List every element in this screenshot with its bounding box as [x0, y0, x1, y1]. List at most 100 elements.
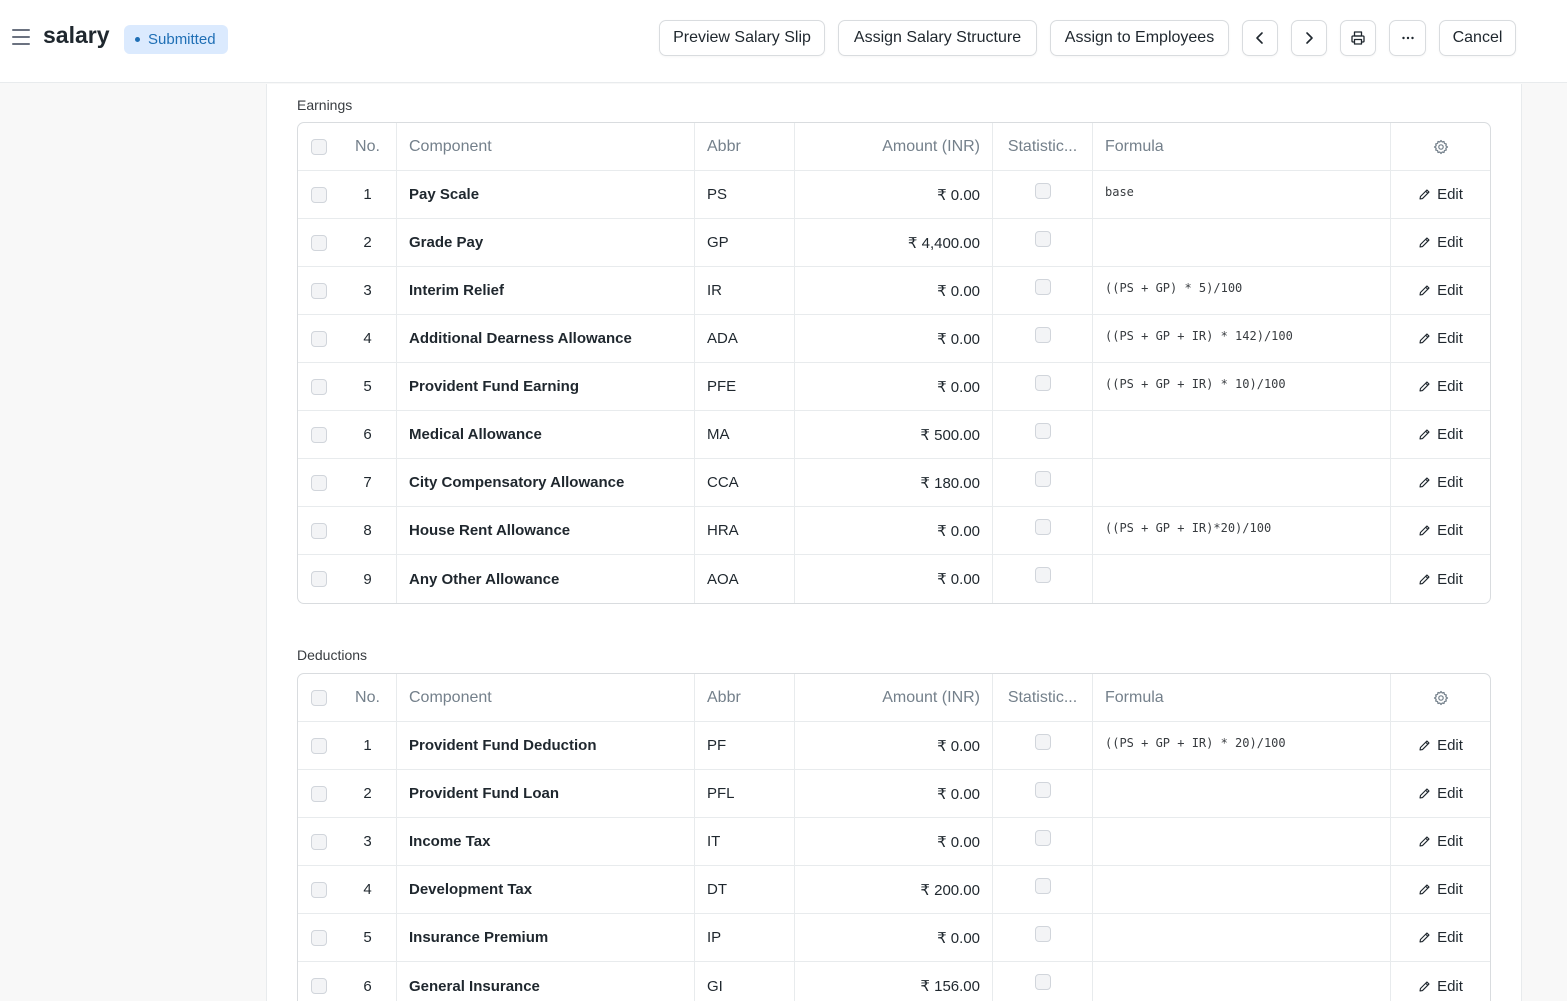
component-name[interactable]: Pay Scale: [397, 171, 695, 218]
next-record-button[interactable]: [1291, 20, 1327, 56]
component-abbr[interactable]: MA: [695, 411, 795, 458]
component-abbr[interactable]: PS: [695, 171, 795, 218]
row-select-checkbox[interactable]: [310, 929, 327, 946]
row-select-checkbox[interactable]: [310, 426, 327, 443]
component-name[interactable]: Interim Relief: [397, 267, 695, 314]
component-formula[interactable]: ((PS + GP + IR) * 10)/100: [1093, 363, 1391, 410]
component-abbr[interactable]: PFE: [695, 363, 795, 410]
component-abbr[interactable]: AOA: [695, 555, 795, 603]
component-amount[interactable]: ₹ 180.00: [795, 459, 993, 506]
select-all-checkbox[interactable]: [310, 138, 327, 155]
component-name[interactable]: Provident Fund Earning: [397, 363, 695, 410]
row-select-checkbox[interactable]: [310, 378, 327, 395]
row-edit-button[interactable]: Edit: [1418, 474, 1463, 491]
row-edit-button[interactable]: Edit: [1418, 929, 1463, 946]
row-edit-button[interactable]: Edit: [1418, 571, 1463, 588]
row-edit-button[interactable]: Edit: [1418, 785, 1463, 802]
component-name[interactable]: Income Tax: [397, 818, 695, 865]
row-edit-button[interactable]: Edit: [1418, 833, 1463, 850]
component-amount[interactable]: ₹ 0.00: [795, 914, 993, 961]
statistical-checkbox[interactable]: [1034, 278, 1051, 295]
component-name[interactable]: Grade Pay: [397, 219, 695, 266]
component-formula[interactable]: ((PS + GP + IR)*20)/100: [1093, 507, 1391, 554]
statistical-checkbox[interactable]: [1034, 470, 1051, 487]
row-select-checkbox[interactable]: [310, 978, 327, 994]
statistical-checkbox[interactable]: [1034, 422, 1051, 439]
component-amount[interactable]: ₹ 0.00: [795, 507, 993, 554]
component-abbr[interactable]: IT: [695, 818, 795, 865]
component-amount[interactable]: ₹ 200.00: [795, 866, 993, 913]
component-amount[interactable]: ₹ 0.00: [795, 818, 993, 865]
component-amount[interactable]: ₹ 0.00: [795, 315, 993, 362]
component-abbr[interactable]: GP: [695, 219, 795, 266]
component-abbr[interactable]: IR: [695, 267, 795, 314]
component-formula[interactable]: [1093, 866, 1391, 913]
row-edit-button[interactable]: Edit: [1418, 881, 1463, 898]
row-select-checkbox[interactable]: [310, 330, 327, 347]
select-all-checkbox[interactable]: [310, 689, 327, 706]
component-name[interactable]: City Compensatory Allowance: [397, 459, 695, 506]
statistical-checkbox[interactable]: [1034, 733, 1051, 750]
component-formula[interactable]: base: [1093, 171, 1391, 218]
previous-record-button[interactable]: [1242, 20, 1278, 56]
component-name[interactable]: Provident Fund Deduction: [397, 722, 695, 769]
component-abbr[interactable]: PF: [695, 722, 795, 769]
row-select-checkbox[interactable]: [310, 881, 327, 898]
component-formula[interactable]: [1093, 459, 1391, 506]
row-select-checkbox[interactable]: [310, 474, 327, 491]
component-amount[interactable]: ₹ 0.00: [795, 171, 993, 218]
cancel-button[interactable]: Cancel: [1439, 20, 1516, 56]
row-edit-button[interactable]: Edit: [1418, 737, 1463, 754]
component-name[interactable]: Development Tax: [397, 866, 695, 913]
component-name[interactable]: Provident Fund Loan: [397, 770, 695, 817]
component-amount[interactable]: ₹ 0.00: [795, 722, 993, 769]
component-abbr[interactable]: HRA: [695, 507, 795, 554]
statistical-checkbox[interactable]: [1034, 518, 1051, 535]
component-amount[interactable]: ₹ 500.00: [795, 411, 993, 458]
statistical-checkbox[interactable]: [1034, 567, 1051, 583]
component-formula[interactable]: ((PS + GP) * 5)/100: [1093, 267, 1391, 314]
component-name[interactable]: General Insurance: [397, 962, 695, 1001]
statistical-checkbox[interactable]: [1034, 374, 1051, 391]
statistical-checkbox[interactable]: [1034, 230, 1051, 247]
statistical-checkbox[interactable]: [1034, 974, 1051, 990]
statistical-checkbox[interactable]: [1034, 829, 1051, 846]
row-select-checkbox[interactable]: [310, 282, 327, 299]
component-formula[interactable]: [1093, 555, 1391, 603]
row-select-checkbox[interactable]: [310, 186, 327, 203]
row-edit-button[interactable]: Edit: [1418, 234, 1463, 251]
assign-to-employees-button[interactable]: Assign to Employees: [1050, 20, 1229, 56]
component-name[interactable]: Insurance Premium: [397, 914, 695, 961]
component-amount[interactable]: ₹ 0.00: [795, 267, 993, 314]
row-edit-button[interactable]: Edit: [1418, 426, 1463, 443]
statistical-checkbox[interactable]: [1034, 182, 1051, 199]
component-amount[interactable]: ₹ 0.00: [795, 555, 993, 603]
component-formula[interactable]: [1093, 818, 1391, 865]
row-select-checkbox[interactable]: [310, 737, 327, 754]
assign-salary-structure-button[interactable]: Assign Salary Structure: [838, 20, 1037, 56]
row-select-checkbox[interactable]: [310, 571, 327, 587]
print-button[interactable]: [1340, 20, 1376, 56]
row-select-checkbox[interactable]: [310, 785, 327, 802]
statistical-checkbox[interactable]: [1034, 877, 1051, 894]
component-formula[interactable]: [1093, 770, 1391, 817]
row-select-checkbox[interactable]: [310, 522, 327, 539]
row-select-checkbox[interactable]: [310, 833, 327, 850]
row-select-checkbox[interactable]: [310, 234, 327, 251]
row-edit-button[interactable]: Edit: [1418, 282, 1463, 299]
column-settings-button[interactable]: [1391, 123, 1490, 170]
component-name[interactable]: House Rent Allowance: [397, 507, 695, 554]
component-amount[interactable]: ₹ 156.00: [795, 962, 993, 1001]
component-formula[interactable]: ((PS + GP + IR) * 20)/100: [1093, 722, 1391, 769]
statistical-checkbox[interactable]: [1034, 781, 1051, 798]
component-formula[interactable]: [1093, 914, 1391, 961]
component-abbr[interactable]: IP: [695, 914, 795, 961]
row-edit-button[interactable]: Edit: [1418, 978, 1463, 995]
column-settings-button[interactable]: [1391, 674, 1490, 721]
component-abbr[interactable]: DT: [695, 866, 795, 913]
row-edit-button[interactable]: Edit: [1418, 522, 1463, 539]
component-name[interactable]: Any Other Allowance: [397, 555, 695, 603]
statistical-checkbox[interactable]: [1034, 326, 1051, 343]
component-abbr[interactable]: PFL: [695, 770, 795, 817]
component-formula[interactable]: [1093, 219, 1391, 266]
